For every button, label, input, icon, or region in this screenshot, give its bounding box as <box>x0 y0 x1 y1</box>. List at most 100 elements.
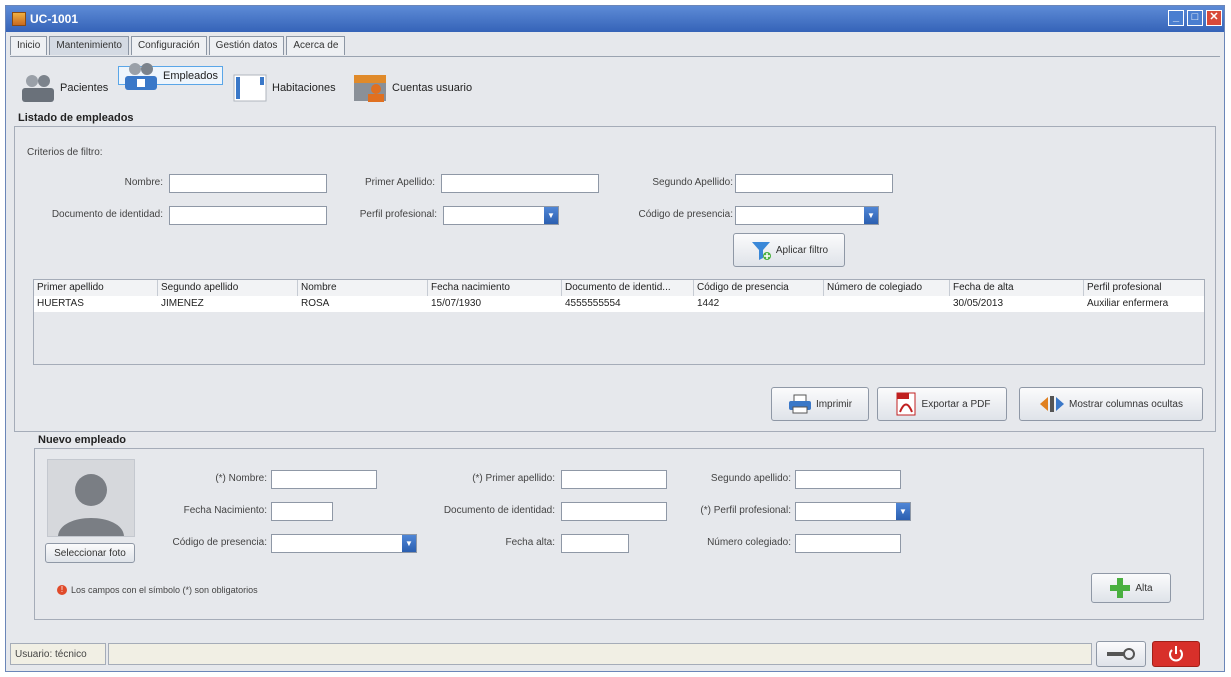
column-header[interactable]: Perfil profesional <box>1084 280 1204 296</box>
window-title: UC-1001 <box>30 12 79 26</box>
tab-gestion-datos[interactable]: Gestión datos <box>208 36 285 55</box>
patients-icon <box>20 73 56 103</box>
close-icon[interactable]: ✕ <box>1206 10 1222 26</box>
codigo-presencia-select[interactable]: ▼ <box>271 534 417 553</box>
app-window: UC-1001 _ □ ✕ Inicio Mantenimiento Confi… <box>5 5 1225 672</box>
fecha-alta-label: Fecha alta: <box>505 537 555 548</box>
tab-configuracion[interactable]: Configuración <box>130 36 207 55</box>
title-bar: UC-1001 _ □ ✕ <box>6 6 1224 32</box>
apellido1-input[interactable] <box>561 470 667 489</box>
add-icon <box>1110 578 1131 598</box>
maximize-icon[interactable]: □ <box>1187 10 1203 26</box>
colegiado-input[interactable] <box>795 534 901 553</box>
exportar-pdf-button[interactable]: Exportar a PDF <box>877 387 1007 421</box>
table-cell <box>824 296 950 312</box>
empleados-label: Empleados <box>163 69 219 82</box>
seleccionar-foto-button[interactable]: Seleccionar foto <box>45 543 135 563</box>
criterios-label: Criterios de filtro: <box>27 147 103 158</box>
nuevo-panel: Seleccionar foto (*) Nombre: (*) Primer … <box>34 448 1204 620</box>
filtro-documento-label: Documento de identidad: <box>51 209 163 220</box>
table-cell: JIMENEZ <box>161 298 204 309</box>
table-row[interactable]: HUERTAS JIMENEZ ROSA 15/07/1930 45555555… <box>34 296 1204 312</box>
mostrar-columnas-label: Mostrar columnas ocultas <box>1069 398 1183 410</box>
tab-acerca-de[interactable]: Acerca de <box>286 36 346 55</box>
table-cell: 30/05/2013 <box>953 298 1004 309</box>
printer-icon <box>788 394 811 414</box>
filtro-apellido1-input[interactable] <box>441 174 599 193</box>
nuevo-title: Nuevo empleado <box>38 434 127 446</box>
imprimir-label: Imprimir <box>815 398 853 410</box>
module-toolbar: Pacientes Empleados Habitaciones Cuentas… <box>10 62 1220 114</box>
habitaciones-label: Habitaciones <box>272 82 336 94</box>
mostrar-columnas-button[interactable]: Mostrar columnas ocultas <box>1019 387 1203 421</box>
habitaciones-button[interactable]: Habitaciones <box>228 66 346 110</box>
filtro-apellido2-input[interactable] <box>735 174 893 193</box>
app-icon <box>12 12 26 26</box>
tab-mantenimiento[interactable]: Mantenimiento <box>49 36 129 55</box>
table-cell: ROSA <box>301 298 330 309</box>
nombre-label: (*) Nombre: <box>215 473 267 484</box>
listado-panel: Criterios de filtro: Nombre: Primer Apel… <box>14 126 1216 432</box>
filtro-apellido1-label: Primer Apellido: <box>364 177 435 188</box>
filtro-perfil-label: Perfil profesional: <box>359 209 437 220</box>
employees-icon <box>123 61 159 91</box>
column-header[interactable]: Primer apellido <box>34 280 158 296</box>
colegiado-label: Número colegiado: <box>707 537 791 548</box>
columns-icon <box>1040 396 1065 412</box>
pacientes-button[interactable]: Pacientes <box>16 66 116 110</box>
warning-icon: ! <box>57 585 67 595</box>
fecha-nacimiento-input[interactable] <box>271 502 333 521</box>
filtro-codigo-select[interactable]: ▼ <box>735 206 879 225</box>
codigo-presencia-label: Código de presencia: <box>172 537 267 548</box>
column-header[interactable]: Fecha nacimiento <box>428 280 562 296</box>
chevron-down-icon: ▼ <box>544 207 558 224</box>
table-cell: Auxiliar enfermera <box>1087 298 1169 309</box>
column-header[interactable]: Segundo apellido <box>158 280 298 296</box>
filter-icon <box>751 242 771 260</box>
perfil-select[interactable]: ▼ <box>795 502 911 521</box>
power-icon <box>1169 646 1183 662</box>
fecha-nacimiento-label: Fecha Nacimiento: <box>183 505 267 516</box>
status-user: Usuario: técnico <box>10 643 106 665</box>
obligatorios-note: ! Los campos con el símbolo (*) son obli… <box>57 585 258 595</box>
aplicar-filtro-button[interactable]: Aplicar filtro <box>733 233 845 267</box>
column-header[interactable]: Fecha de alta <box>950 280 1084 296</box>
chevron-down-icon: ▼ <box>402 535 416 552</box>
apellido2-input[interactable] <box>795 470 901 489</box>
empleados-button[interactable]: Empleados <box>118 62 223 90</box>
alta-label: Alta <box>1135 582 1153 594</box>
alta-button[interactable]: Alta <box>1091 573 1171 603</box>
key-icon <box>1107 648 1135 660</box>
filtro-perfil-select[interactable]: ▼ <box>443 206 559 225</box>
status-message-area <box>108 643 1092 665</box>
fecha-alta-input[interactable] <box>561 534 629 553</box>
listado-title: Listado de empleados <box>18 112 134 124</box>
column-header[interactable]: Documento de identid... <box>562 280 694 296</box>
apellido2-label: Segundo apellido: <box>710 473 791 484</box>
filtro-documento-input[interactable] <box>169 206 327 225</box>
logout-button[interactable] <box>1152 641 1200 667</box>
filtro-nombre-input[interactable] <box>169 174 327 193</box>
column-header[interactable]: Código de presencia <box>694 280 824 296</box>
table-cell: 4555555554 <box>565 298 621 309</box>
chevron-down-icon: ▼ <box>864 207 878 224</box>
column-header[interactable]: Nombre <box>298 280 428 296</box>
apellido1-label: (*) Primer apellido: <box>472 473 555 484</box>
cuentas-usuario-button[interactable]: Cuentas usuario <box>348 66 488 110</box>
pdf-icon <box>896 392 916 416</box>
imprimir-button[interactable]: Imprimir <box>771 387 869 421</box>
rooms-icon <box>232 73 268 103</box>
change-password-button[interactable] <box>1096 641 1146 667</box>
documento-input[interactable] <box>561 502 667 521</box>
pacientes-label: Pacientes <box>60 82 109 94</box>
table-cell: 1442 <box>697 298 720 309</box>
tab-inicio[interactable]: Inicio <box>10 36 48 55</box>
nombre-input[interactable] <box>271 470 377 489</box>
user-accounts-icon <box>352 73 388 103</box>
aplicar-filtro-label: Aplicar filtro <box>775 244 829 256</box>
minimize-icon[interactable]: _ <box>1168 10 1184 26</box>
filtro-apellido2-label: Segundo Apellido: <box>652 177 733 188</box>
cuentas-usuario-label: Cuentas usuario <box>392 82 473 94</box>
table-cell: HUERTAS <box>37 298 84 309</box>
column-header[interactable]: Número de colegiado <box>824 280 950 296</box>
